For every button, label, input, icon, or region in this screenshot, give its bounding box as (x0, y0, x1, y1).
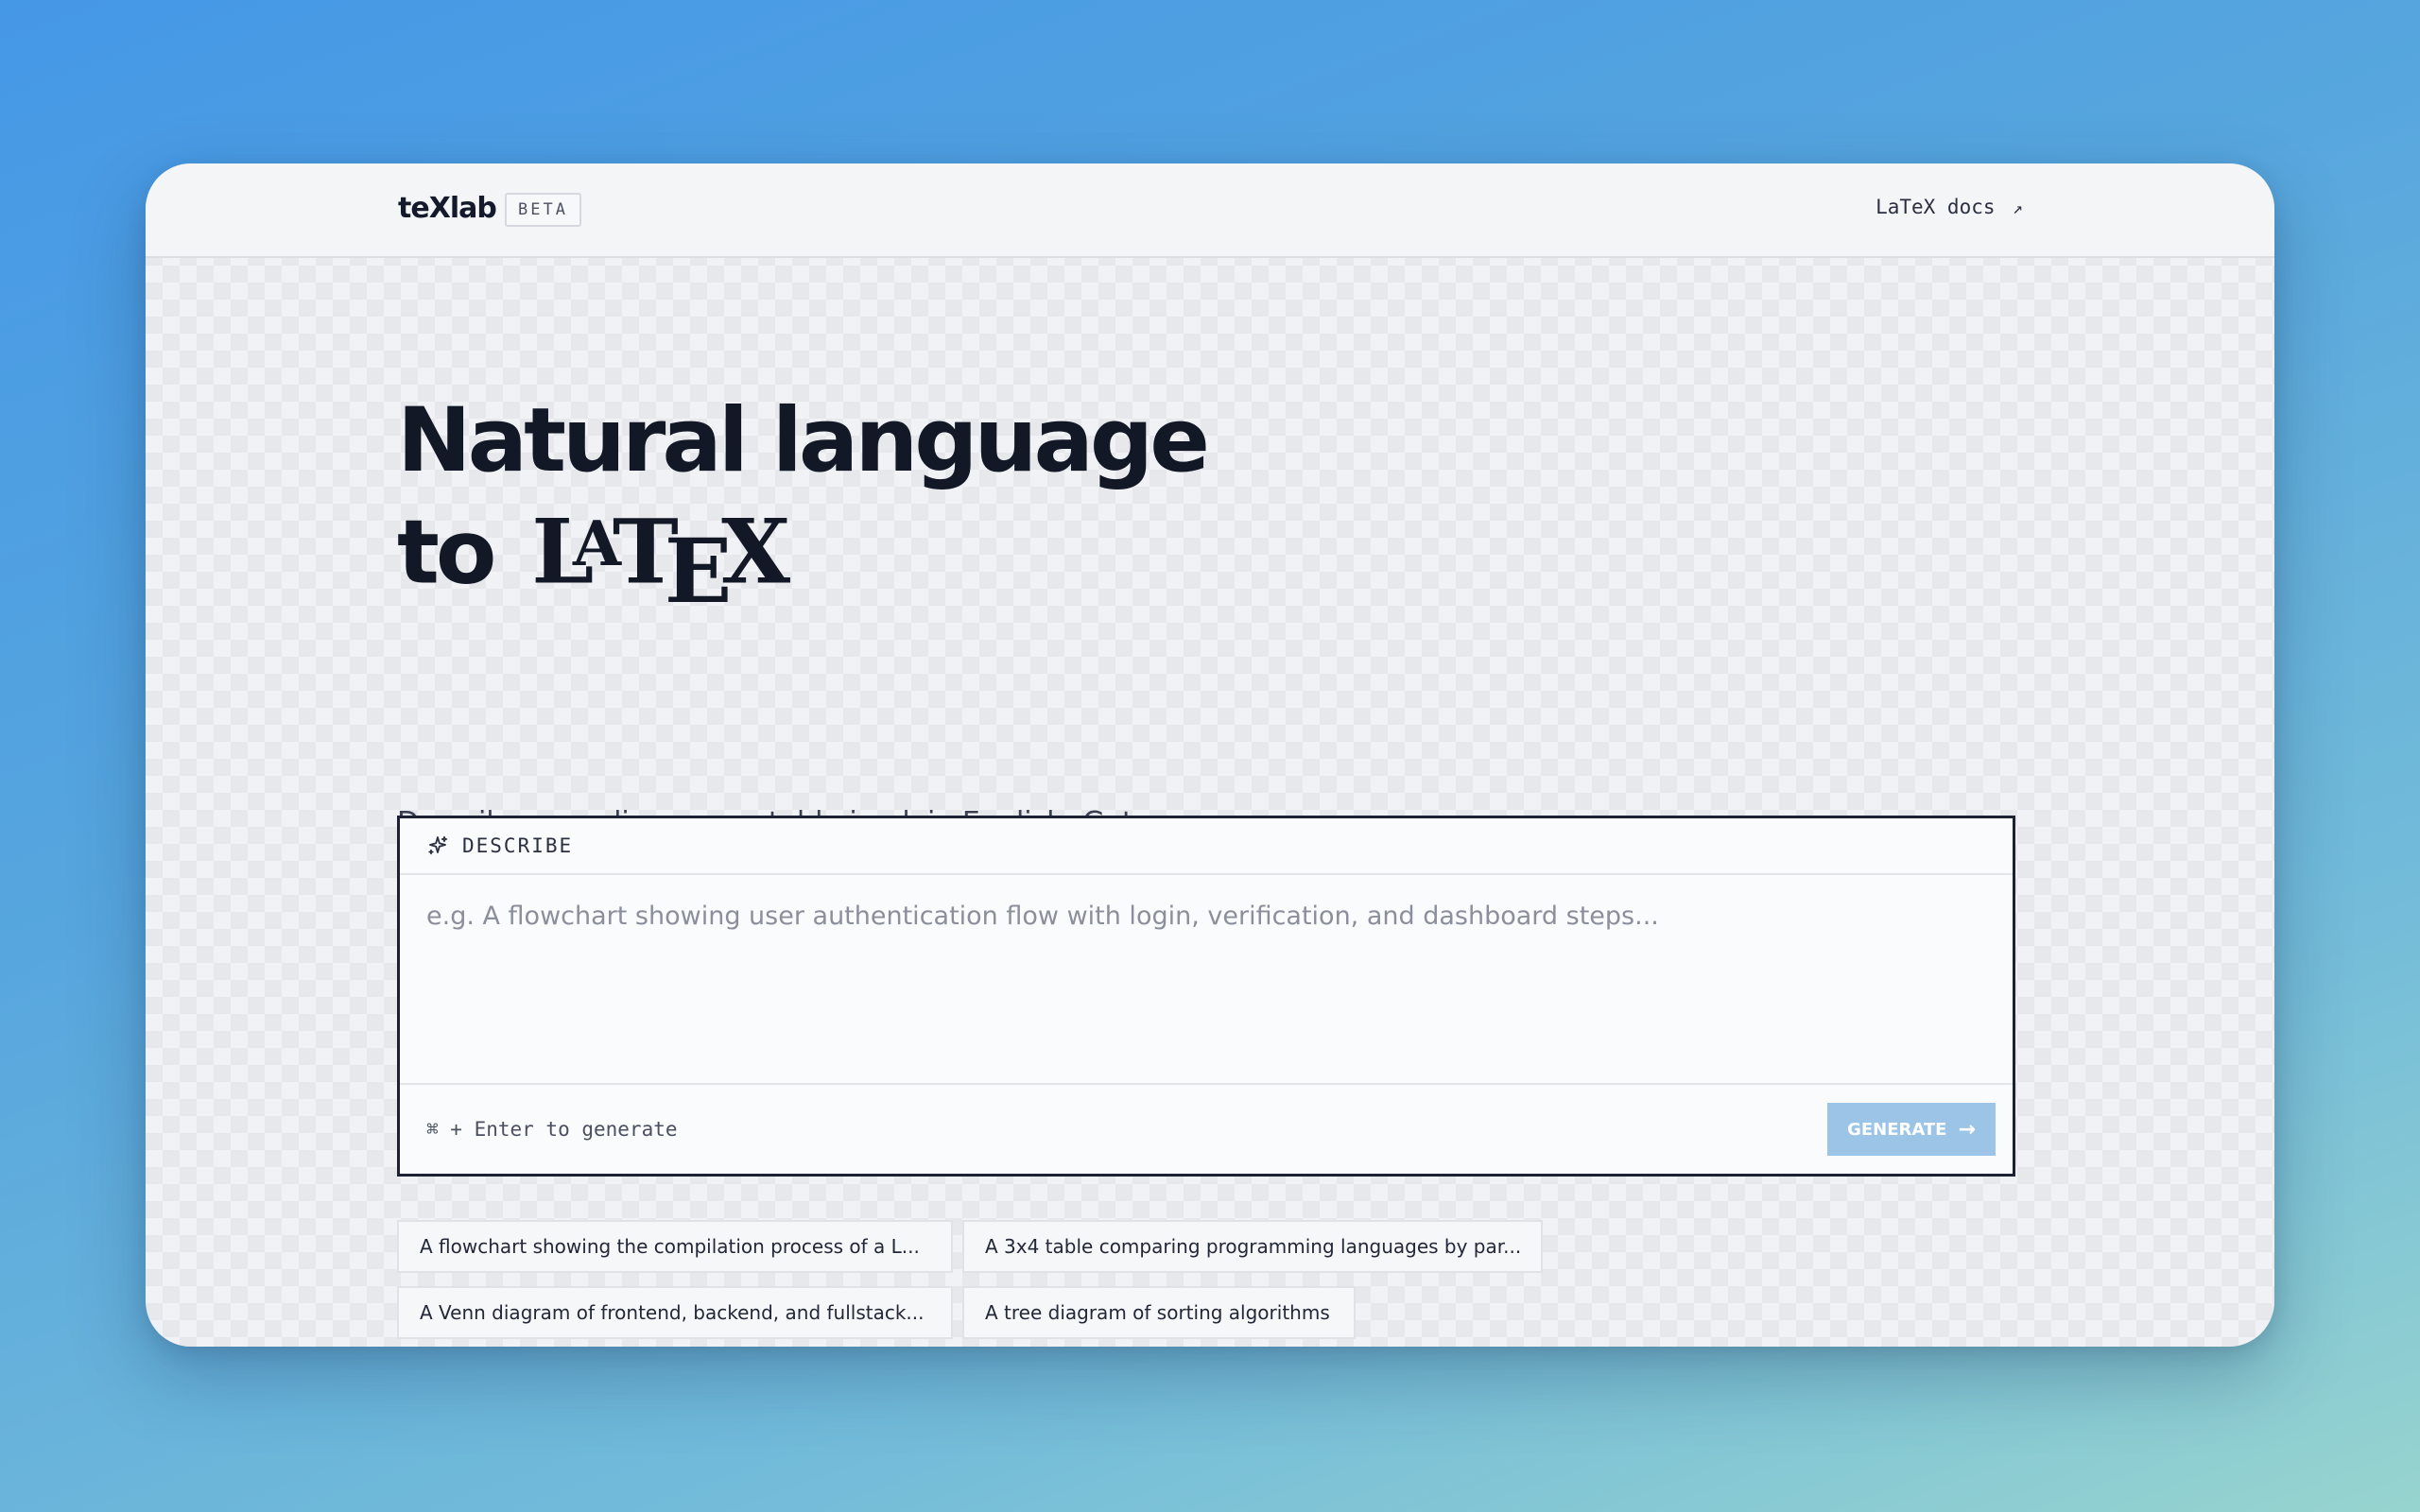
app-window: teXlab BETA LaTeX docs ↗ Natural languag… (146, 163, 2274, 1347)
external-link-icon: ↗ (2013, 198, 2023, 218)
hero-title-line2: to LATEX (397, 492, 1206, 623)
suggestion-chip-venn[interactable]: A Venn diagram of frontend, backend, and… (397, 1286, 953, 1339)
suggestion-chip-flowchart[interactable]: A flowchart showing the compilation proc… (397, 1220, 953, 1273)
latex-logo: LATEX (531, 492, 791, 623)
texlab-logo[interactable]: teXlab (398, 192, 497, 225)
latex-logo-x: X (721, 500, 791, 605)
description-input[interactable] (400, 875, 2013, 1085)
hero-title: Natural language to LATEX (397, 389, 1210, 624)
latex-logo-e: E (664, 520, 733, 625)
keyboard-shortcut-hint: ⌘ + Enter to generate (426, 1118, 678, 1141)
sparkle-icon (428, 835, 448, 855)
suggestion-chip-tree[interactable]: A tree diagram of sorting algorithms (962, 1286, 1356, 1339)
hero-title-line1: Natural language (397, 389, 1210, 492)
latex-docs-link[interactable]: LaTeX docs ↗ (1876, 196, 2023, 218)
describe-card-header: DESCRIBE (400, 818, 2013, 875)
describe-card: DESCRIBE ⌘ + Enter to generate GENERATE … (397, 816, 2015, 1177)
suggestion-chip-table[interactable]: A 3x4 table comparing programming langua… (962, 1220, 1543, 1273)
generate-button[interactable]: GENERATE → (1827, 1103, 1996, 1156)
describe-label: DESCRIBE (462, 834, 574, 857)
top-navigation-bar: teXlab BETA LaTeX docs ↗ (146, 163, 2274, 258)
hero-title-prefix: to (397, 501, 496, 605)
generate-button-label: GENERATE (1847, 1119, 1947, 1140)
describe-card-footer: ⌘ + Enter to generate GENERATE → (400, 1085, 2013, 1174)
latex-docs-label: LaTeX docs (1876, 196, 1996, 218)
beta-badge: BETA (505, 193, 581, 227)
arrow-right-icon: → (1958, 1117, 1976, 1142)
